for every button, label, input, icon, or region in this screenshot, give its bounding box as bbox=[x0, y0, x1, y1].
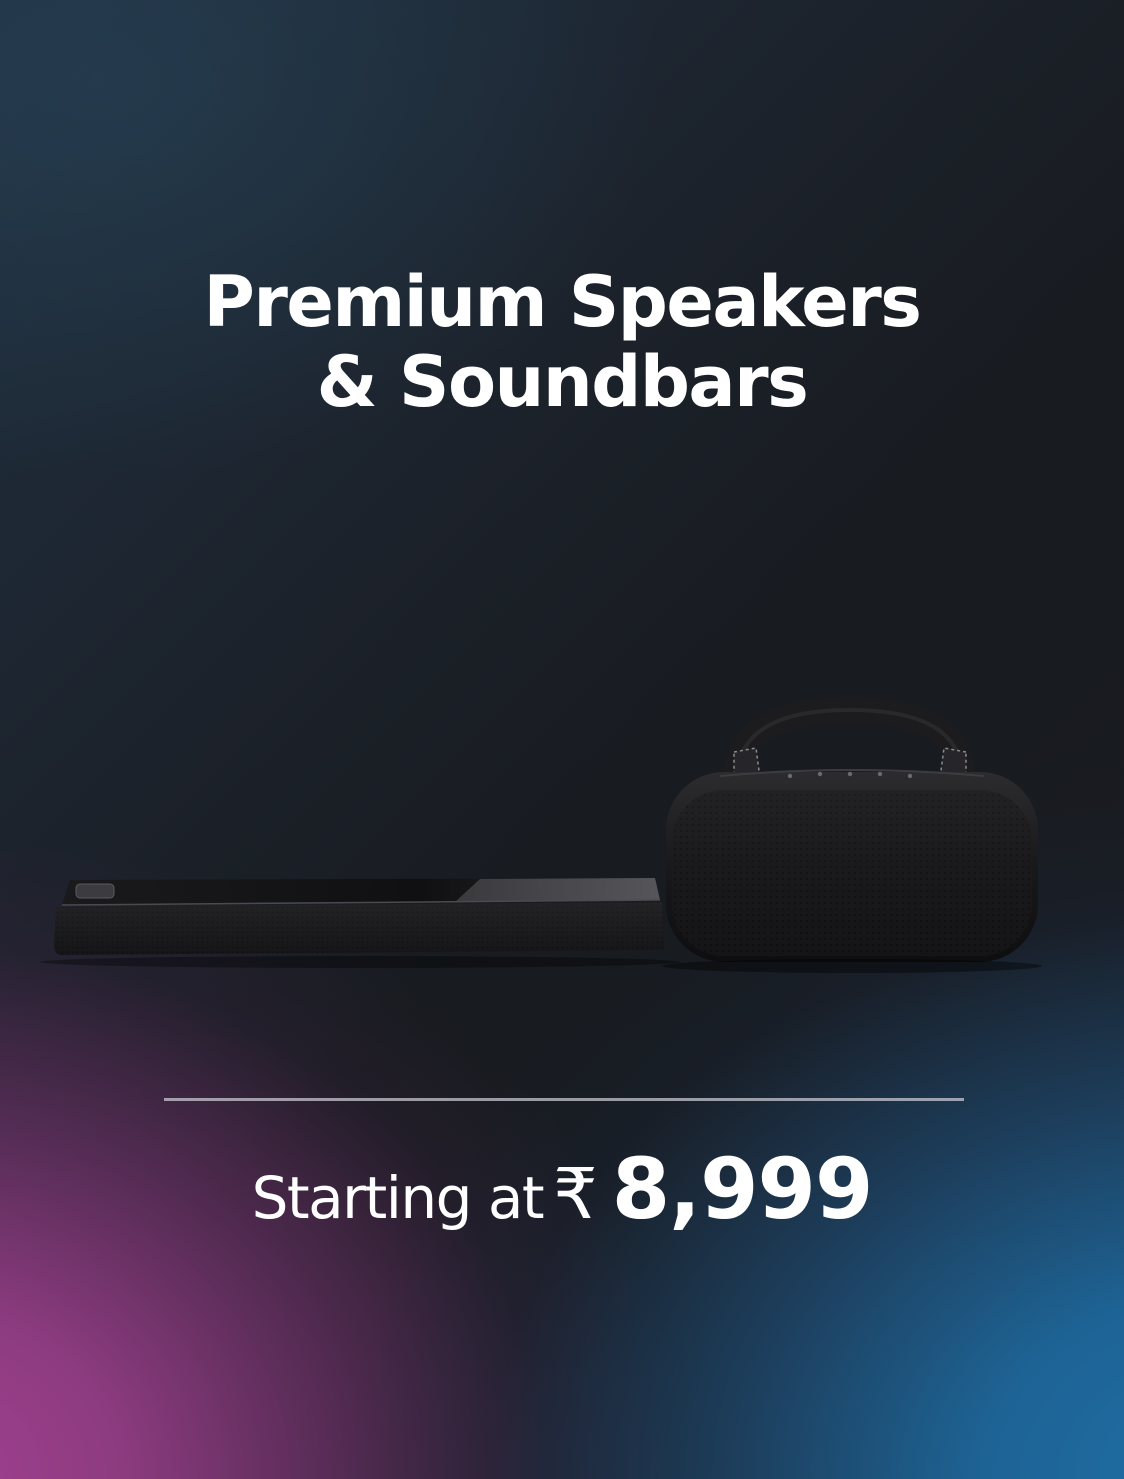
price-offer: Starting at ₹ 8,999 bbox=[0, 1140, 1124, 1240]
soundbar-icon bbox=[40, 878, 680, 968]
price-prefix-text: Starting at bbox=[251, 1164, 545, 1232]
portable-speaker-icon bbox=[662, 696, 1042, 973]
banner-headline: Premium Speakers & Soundbars bbox=[0, 262, 1124, 422]
divider-line bbox=[164, 1098, 964, 1101]
headline-line-1: Premium Speakers bbox=[203, 261, 922, 343]
product-image bbox=[40, 696, 1042, 973]
promo-banner[interactable]: Premium Speakers & Soundbars Starting at… bbox=[0, 0, 1124, 1479]
price-value: 8,999 bbox=[611, 1140, 874, 1238]
headline-line-2: & Soundbars bbox=[316, 341, 809, 423]
rupee-icon: ₹ bbox=[553, 1153, 598, 1235]
